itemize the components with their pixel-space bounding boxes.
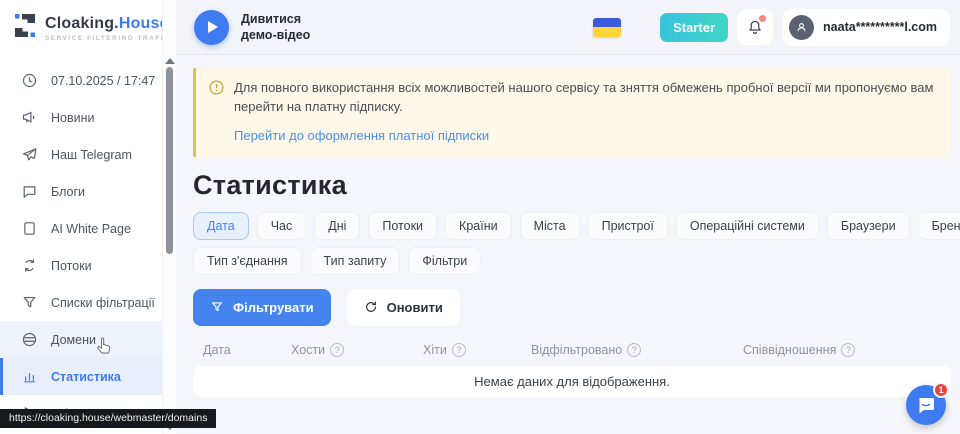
plan-badge-button[interactable]: Starter [660, 13, 728, 42]
sidebar: Cloaking.House SERVICE FILTERING TRAFFIC… [0, 0, 162, 434]
app-window: Cloaking.House SERVICE FILTERING TRAFFIC… [0, 0, 960, 434]
brand-subtitle: SERVICE FILTERING TRAFFIC [45, 35, 176, 42]
globe-icon [21, 331, 38, 348]
tab-connection-type[interactable]: Тип з'єднання [193, 247, 302, 275]
watch-demo-button[interactable]: Дивитися демо-відео [194, 10, 310, 45]
tab-days[interactable]: Дні [314, 212, 360, 240]
link-preview-statusbar: https://cloaking.house/webmaster/domains [0, 409, 216, 428]
sidebar-scrollbar[interactable] [162, 0, 176, 434]
sidebar-item-telegram[interactable]: Наш Telegram [0, 136, 162, 173]
sidebar-nav: 07.10.2025 / 17:47 Новини Наш Telegram Б… [0, 62, 162, 432]
help-icon[interactable]: ? [841, 343, 855, 357]
tab-streams[interactable]: Потоки [368, 212, 437, 240]
tab-request-type[interactable]: Тип запиту [310, 247, 401, 275]
logo-icon [13, 12, 37, 44]
column-header-date: Дата [203, 343, 291, 357]
sidebar-item-filter-lists[interactable]: Списки фільтрації [0, 284, 162, 321]
tabs-row-2: Тип з'єднання Тип запиту Фільтри [193, 247, 951, 275]
chat-widget-button[interactable]: 1 [906, 385, 946, 425]
bar-chart-icon [21, 368, 38, 385]
refresh-button[interactable]: Оновити [347, 289, 460, 326]
tab-filters[interactable]: Фільтри [408, 247, 481, 275]
help-icon[interactable]: ? [330, 343, 344, 357]
banner-text: Для повного використання всіх можливосте… [234, 79, 937, 117]
sidebar-item-streams[interactable]: Потоки [0, 247, 162, 284]
tab-browsers[interactable]: Браузери [827, 212, 910, 240]
help-icon[interactable]: ? [627, 343, 641, 357]
sidebar-item-blogs[interactable]: Блоги [0, 173, 162, 210]
person-icon [795, 21, 808, 34]
tab-countries[interactable]: Країни [445, 212, 512, 240]
funnel-icon [21, 294, 38, 311]
clock-icon [21, 72, 38, 89]
loop-arrows-icon [21, 257, 38, 274]
chat-unread-badge: 1 [933, 382, 949, 398]
logo[interactable]: Cloaking.House SERVICE FILTERING TRAFFIC [0, 0, 162, 54]
content: Для повного використання всіх можливосте… [176, 55, 960, 434]
filter-button[interactable]: Фільтрувати [193, 289, 331, 326]
column-header-hosts: Хости? [291, 343, 423, 357]
notification-dot [759, 15, 766, 22]
sidebar-item-datetime: 07.10.2025 / 17:47 [0, 62, 162, 99]
scrollbar-thumb[interactable] [166, 67, 173, 254]
tab-brands[interactable]: Бренди [918, 212, 960, 240]
watch-demo-label: Дивитися демо-відео [241, 11, 310, 44]
sidebar-item-ai-white-page[interactable]: AI White Page [0, 210, 162, 247]
column-header-hits: Хіти? [423, 343, 531, 357]
funnel-icon [210, 300, 224, 314]
scroll-up-arrow[interactable] [165, 58, 175, 64]
tabs-row-1: Дата Час Дні Потоки Країни Міста Пристро… [193, 212, 951, 240]
tab-time[interactable]: Час [257, 212, 307, 240]
chat-smile-icon [916, 395, 936, 415]
topbar: Дивитися демо-відео Starter naata*******… [176, 0, 960, 55]
language-flag-ukraine[interactable] [593, 18, 621, 37]
sidebar-item-statistics[interactable]: Статистика [0, 358, 162, 395]
page-title: Статистика [193, 170, 951, 201]
user-email: naata**********l.com [823, 20, 937, 34]
table-header-row: Дата Хости? Хіти? Відфільтровано? Співві… [193, 343, 951, 357]
play-icon[interactable] [194, 10, 229, 45]
megaphone-icon [21, 109, 38, 126]
warning-icon [209, 80, 224, 95]
column-header-filtered: Відфільтровано? [531, 343, 743, 357]
page-icon [21, 220, 38, 237]
user-account-button[interactable]: naata**********l.com [782, 9, 950, 46]
brand-name: Cloaking.House [45, 15, 169, 32]
trial-warning-banner: Для повного використання всіх можливосте… [193, 68, 951, 157]
tab-operating-systems[interactable]: Операційні системи [676, 212, 819, 240]
mouse-cursor [95, 337, 112, 357]
tab-cities[interactable]: Міста [520, 212, 580, 240]
notifications-button[interactable] [737, 9, 773, 45]
main-area: Дивитися демо-відео Starter naata*******… [176, 0, 960, 434]
paper-plane-icon [21, 146, 38, 163]
refresh-icon [364, 300, 378, 314]
actions-row: Фільтрувати Оновити [193, 289, 951, 326]
tab-devices[interactable]: Пристрої [588, 212, 668, 240]
chat-bubble-icon [21, 183, 38, 200]
subscription-link[interactable]: Перейти до оформлення платної підписки [234, 128, 489, 143]
column-header-ratio: Співвідношення? [743, 343, 855, 357]
tab-date[interactable]: Дата [193, 212, 249, 240]
help-icon[interactable]: ? [452, 343, 466, 357]
sidebar-item-domains[interactable]: Домени [0, 321, 162, 358]
avatar [789, 15, 814, 40]
sidebar-item-news[interactable]: Новини [0, 99, 162, 136]
table-empty-state: Немає даних для відображення. [193, 366, 951, 397]
